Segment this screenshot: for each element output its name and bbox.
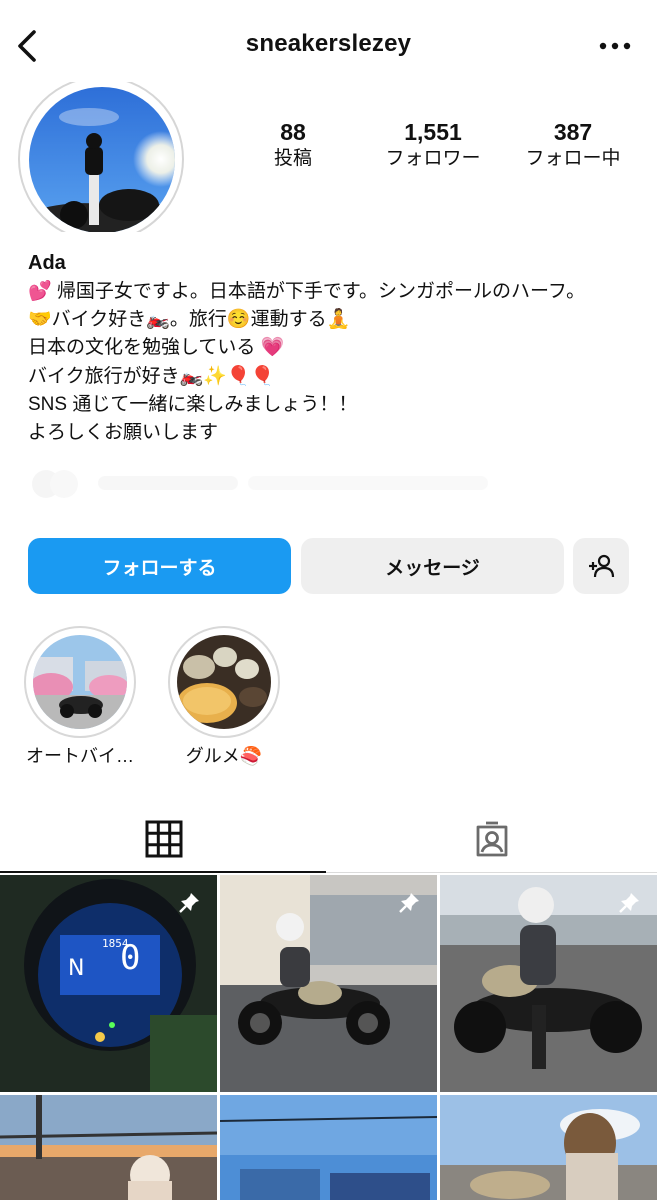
bio-line: バイク旅行が好き🏍️✨🎈🎈	[28, 365, 275, 387]
grid-icon	[145, 820, 183, 858]
avatar-photo	[29, 87, 175, 232]
bio-line: 💕 帰国子女ですよ。日本語が下手です。シンガポールのハーフ。	[28, 281, 586, 302]
blurred-followed-by	[28, 462, 548, 502]
posts-label: 投稿	[273, 148, 312, 169]
followers-stat[interactable]: 1,551 フォロワー	[363, 118, 503, 172]
profile-avatar[interactable]	[18, 82, 190, 232]
following-stat[interactable]: 387 フォロー中	[503, 118, 643, 172]
active-tab-indicator	[0, 871, 326, 873]
tagged-icon	[476, 821, 508, 857]
pin-icon	[619, 889, 639, 913]
highlight-item[interactable]: オートバイ…	[24, 626, 136, 768]
profile-username: sneakerslezey	[245, 30, 412, 57]
bio-line: 🤝バイク好き🏍️。旅行☺️運動する🧘	[28, 309, 351, 331]
followers-count: 1,551	[404, 119, 462, 145]
more-options-button[interactable]	[595, 30, 635, 60]
highlight-label: グルメ🍣	[185, 746, 263, 766]
followers-label: フォロワー	[385, 148, 481, 169]
profile-bio: Ada 💕 帰国子女ですよ。日本語が下手です。シンガポールのハーフ。 🤝バイク好…	[28, 250, 648, 447]
bio-line: よろしくお願いします	[28, 422, 219, 444]
highlight-ring	[168, 626, 280, 738]
tab-posts-grid[interactable]	[0, 806, 328, 872]
post-thumbnail[interactable]: 0 1854 N	[0, 875, 217, 1092]
post-thumbnail[interactable]	[440, 1095, 657, 1200]
tab-tagged[interactable]	[328, 806, 656, 872]
bio-line: SNS 通じて一緒に楽しみましょう！！	[28, 393, 358, 415]
profile-tabs	[0, 806, 657, 872]
highlight-ring	[24, 626, 136, 738]
highlight-item[interactable]: グルメ🍣	[168, 626, 280, 768]
svg-text:1854: 1854	[102, 937, 129, 950]
svg-text:N: N	[68, 956, 84, 981]
posts-stat[interactable]: 88 投稿	[223, 118, 363, 172]
profile-name: Ada	[28, 252, 66, 274]
posts-count: 88	[280, 119, 306, 145]
following-count: 387	[553, 119, 593, 145]
posts-grid: 0 1854 N	[0, 875, 657, 1200]
highlight-cover	[177, 635, 271, 729]
highlight-label: オートバイ…	[26, 746, 134, 766]
pin-icon	[179, 889, 199, 913]
post-thumbnail[interactable]	[220, 1095, 437, 1200]
follow-button[interactable]: フォローする	[28, 538, 291, 594]
pin-icon	[399, 889, 419, 913]
highlight-cover	[33, 635, 127, 729]
top-bar: sneakerslezey	[0, 0, 657, 92]
message-button[interactable]: メッセージ	[301, 538, 564, 594]
post-thumbnail[interactable]	[0, 1095, 217, 1200]
post-thumbnail[interactable]	[440, 875, 657, 1092]
bio-line: 日本の文化を勉強している 💗	[28, 337, 285, 359]
ellipsis-icon	[599, 42, 631, 50]
post-thumbnail[interactable]	[220, 875, 437, 1092]
add-user-button[interactable]	[573, 538, 629, 594]
add-user-icon	[589, 554, 615, 578]
profile-stats: 88 投稿 1,551 フォロワー 387 フォロー中	[220, 118, 657, 178]
following-label: フォロー中	[525, 148, 621, 169]
